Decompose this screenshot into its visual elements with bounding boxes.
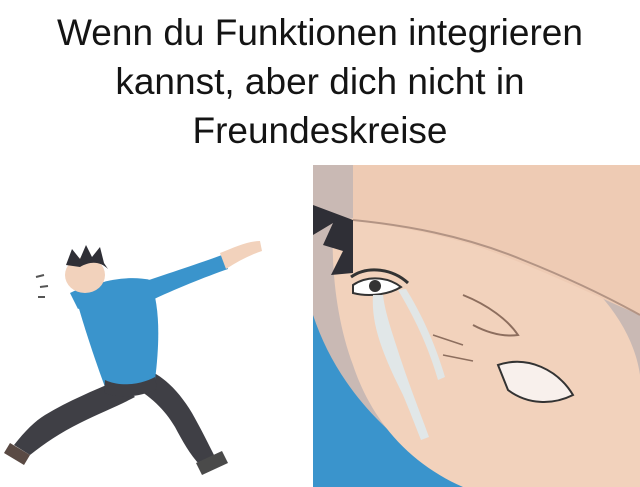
pupil [369, 280, 381, 292]
caption-line-3: Freundeskreise [192, 110, 448, 151]
dabbing-character-illustration [4, 241, 262, 475]
right-hand [220, 241, 262, 269]
meme-image: Wenn du Funktionen integrieren kannst, a… [0, 0, 640, 487]
caption-line-2: kannst, aber dich nicht in [115, 61, 525, 102]
crying-character-illustration [313, 165, 640, 487]
caption-line-1: Wenn du Funktionen integrieren [57, 12, 583, 53]
meme-caption: Wenn du Funktionen integrieren kannst, a… [0, 8, 640, 155]
dabbing-character-panel [0, 165, 312, 487]
motion-lines [35, 274, 49, 298]
right-arm-sleeve [140, 255, 228, 301]
crying-character-panel [313, 165, 640, 487]
